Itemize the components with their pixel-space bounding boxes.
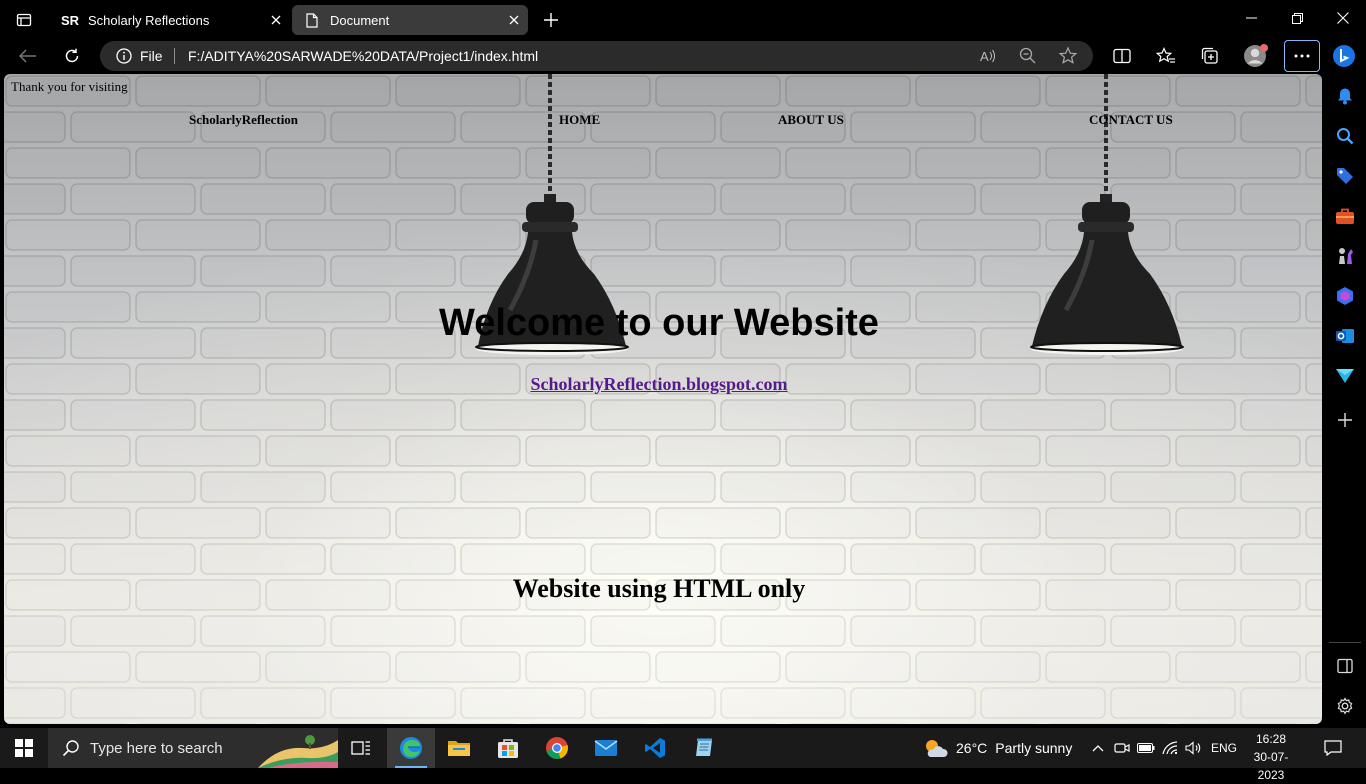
notepad-app[interactable]: [680, 728, 728, 768]
web-page: Thank you for visiting ScholarlyReflecti…: [4, 74, 1322, 724]
tab-strip: SR Scholarly Reflections Document: [0, 0, 1366, 38]
bing-copilot-icon[interactable]: [1328, 40, 1360, 72]
task-view-button[interactable]: [337, 728, 385, 768]
avatar[interactable]: [1240, 40, 1272, 72]
minimize-button[interactable]: [1228, 0, 1274, 36]
windows-logo-icon: [15, 739, 33, 757]
split-screen-icon[interactable]: [1106, 40, 1138, 72]
mail-app[interactable]: [582, 728, 630, 768]
browser-toolbar: File F:/ADITYA%20SARWADE%20DATA/Project1…: [0, 38, 1366, 74]
ellipsis-icon: [1294, 54, 1310, 58]
tab-favicon: SR: [60, 12, 80, 28]
new-tab-button[interactable]: [538, 7, 564, 33]
edge-sidebar: [1324, 74, 1366, 726]
url-text[interactable]: F:/ADITYA%20SARWADE%20DATA/Project1/inde…: [188, 41, 538, 71]
nav-contact-us[interactable]: CONTACT US: [1089, 112, 1173, 128]
folder-icon: [448, 741, 470, 756]
meet-now-icon[interactable]: [1112, 728, 1132, 768]
mail-icon: [594, 740, 618, 756]
briefcase-icon[interactable]: [1333, 204, 1357, 228]
tab-document[interactable]: Document: [292, 5, 528, 35]
site-info-button[interactable]: File: [116, 41, 163, 71]
info-icon: [116, 48, 132, 64]
taskbar-search[interactable]: Type here to search: [48, 728, 338, 768]
search-highlight-illustration: [258, 735, 338, 768]
volume-icon[interactable]: [1184, 728, 1204, 768]
close-icon[interactable]: [500, 6, 528, 34]
tab-title: Document: [330, 12, 390, 28]
divider: [1329, 642, 1361, 643]
weather-temp: 26°C: [956, 740, 988, 756]
task-view-icon: [351, 741, 370, 755]
outlook-icon[interactable]: [1333, 324, 1357, 348]
tag-icon[interactable]: [1333, 164, 1357, 188]
store-app[interactable]: [484, 728, 532, 768]
edge-app[interactable]: [387, 728, 435, 768]
chevron-up-icon[interactable]: [1088, 728, 1108, 768]
restore-button[interactable]: [1274, 0, 1320, 36]
chrome-app[interactable]: [533, 728, 581, 768]
plus-icon: [544, 13, 558, 27]
chrome-icon: [546, 737, 568, 760]
language-indicator[interactable]: ENG: [1208, 728, 1240, 768]
clock-date: 30-07-2023: [1253, 750, 1289, 782]
scheme-label: File: [140, 48, 163, 64]
search-icon: [62, 740, 79, 757]
clock-time: 16:28: [1255, 732, 1287, 746]
chess-icon[interactable]: [1333, 244, 1357, 268]
document-icon: [302, 12, 322, 28]
weather-condition: Partly sunny: [995, 740, 1073, 756]
store-icon: [498, 739, 518, 758]
office-icon[interactable]: [1333, 284, 1357, 308]
vscode-icon: [645, 738, 665, 758]
notifications-icon[interactable]: [1320, 728, 1346, 768]
nav-brand[interactable]: ScholarlyReflection: [189, 112, 298, 128]
page-title: Welcome to our Website: [439, 302, 879, 344]
bell-icon[interactable]: [1333, 84, 1357, 108]
more-options-button[interactable]: [1284, 40, 1320, 72]
zoom-out-icon[interactable]: [1018, 46, 1038, 66]
clock[interactable]: 16:28 30-07-2023: [1246, 730, 1296, 784]
collections-icon[interactable]: [1194, 40, 1226, 72]
close-window-button[interactable]: [1320, 0, 1366, 36]
add-icon[interactable]: [1333, 408, 1357, 432]
edge-icon: [400, 737, 422, 759]
nav-home[interactable]: HOME: [559, 112, 600, 128]
nav-about-us[interactable]: ABOUT US: [778, 112, 844, 128]
tab-actions-icon[interactable]: [12, 8, 36, 32]
read-aloud-icon[interactable]: A: [978, 46, 998, 66]
divider: [174, 48, 175, 64]
split-screen-icon[interactable]: [1333, 654, 1357, 678]
address-bar[interactable]: File F:/ADITYA%20SARWADE%20DATA/Project1…: [100, 41, 1093, 71]
partly-sunny-icon: [926, 740, 948, 757]
wifi-icon[interactable]: [1160, 728, 1180, 768]
refresh-button[interactable]: [56, 40, 88, 72]
file-explorer-app[interactable]: [435, 728, 483, 768]
windows-taskbar: Type here to search 26°C Partly sunny EN…: [0, 728, 1366, 782]
search-placeholder: Type here to search: [90, 739, 223, 757]
start-button[interactable]: [0, 728, 48, 768]
favorite-star-icon[interactable]: [1058, 46, 1078, 66]
send-icon[interactable]: [1333, 364, 1357, 388]
blog-link-wrapper: ScholarlyReflection.blogspot.com: [4, 374, 1314, 395]
weather-widget[interactable]: 26°C Partly sunny: [922, 728, 1072, 768]
search-icon[interactable]: [1333, 124, 1357, 148]
close-icon[interactable]: [262, 6, 290, 34]
page-subtitle: Website using HTML only: [512, 574, 806, 603]
vscode-app[interactable]: [631, 728, 679, 768]
tab-scholarly-reflections[interactable]: SR Scholarly Reflections: [50, 5, 290, 35]
tab-title: Scholarly Reflections: [88, 12, 210, 28]
blog-link[interactable]: ScholarlyReflection.blogspot.com: [531, 374, 788, 394]
back-button[interactable]: [12, 40, 44, 72]
settings-icon[interactable]: [1333, 694, 1357, 718]
notepad-icon: [696, 738, 712, 756]
svg-text:A: A: [980, 49, 989, 64]
favorites-icon[interactable]: [1150, 40, 1182, 72]
marquee-text: Thank you for visiting: [11, 79, 128, 94]
battery-icon[interactable]: [1136, 728, 1156, 768]
